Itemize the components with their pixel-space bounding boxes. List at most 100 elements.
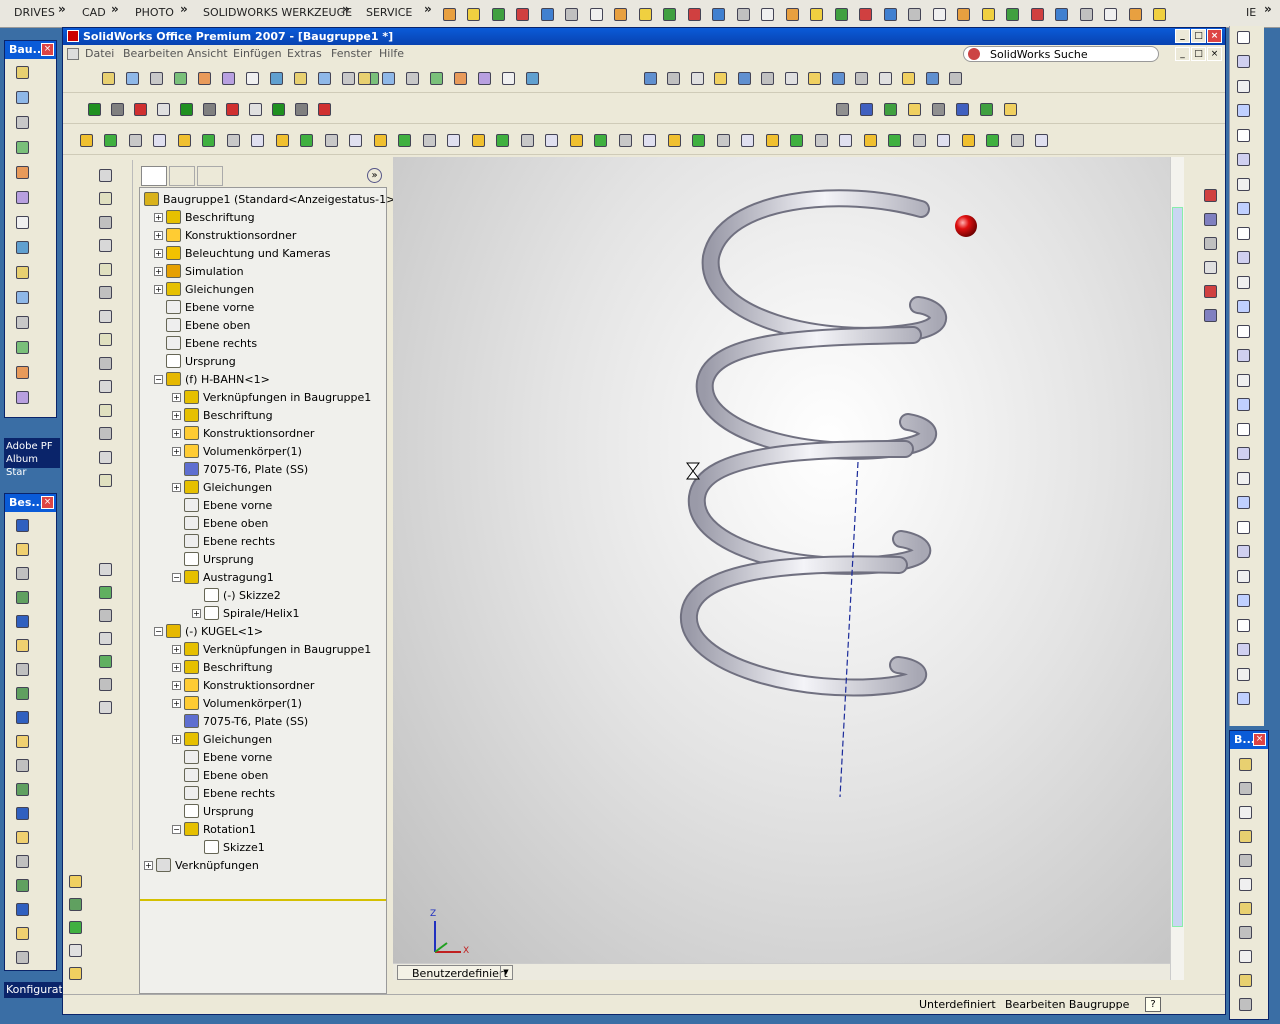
tool-button-icon[interactable] — [13, 338, 31, 356]
expand-icon[interactable]: + — [154, 266, 163, 276]
expand-icon[interactable]: + — [154, 284, 163, 294]
app-launcher-icon[interactable] — [979, 5, 997, 23]
tree-node[interactable]: + Verknüpfungen in Baugruppe1 — [172, 640, 371, 658]
expand-icon[interactable]: + — [172, 734, 181, 744]
tree-node[interactable]: Ebene oben — [172, 766, 268, 784]
view-tool-icon[interactable] — [829, 69, 847, 87]
motion-tool-icon[interactable] — [929, 100, 947, 118]
app-launcher-icon[interactable] — [857, 5, 875, 23]
feature-icon[interactable] — [96, 560, 114, 578]
standard-tool-icon[interactable] — [403, 69, 421, 87]
view-tool-icon[interactable] — [712, 69, 730, 87]
annotation-tool-icon[interactable] — [13, 684, 31, 702]
app-launcher-icon[interactable] — [955, 5, 973, 23]
configuration-taskbar-item[interactable]: Konfigurati — [4, 982, 62, 998]
feature-tool-icon[interactable] — [690, 131, 708, 149]
menu-bearbeiten[interactable]: Bearbeiten — [123, 47, 183, 60]
expand-icon[interactable]: + — [172, 698, 181, 708]
feature-icon[interactable] — [96, 425, 114, 443]
tree-node[interactable]: + Beschriftung — [172, 658, 273, 676]
annotation-tool-icon[interactable] — [13, 852, 31, 870]
annotation-tool-icon[interactable] — [13, 804, 31, 822]
view-tool-icon[interactable] — [759, 69, 777, 87]
app-launcher-icon[interactable] — [538, 5, 556, 23]
sketch-tool-icon[interactable] — [1234, 77, 1252, 95]
sketch-tool-icon[interactable] — [1234, 592, 1252, 610]
sketch-tool-icon[interactable] — [66, 872, 84, 890]
document-icon[interactable] — [67, 48, 79, 60]
tree-node[interactable]: + Beleuchtung und Kameras — [154, 244, 331, 262]
view-tool-icon[interactable] — [735, 69, 753, 87]
tree-node[interactable]: + Konstruktionsordner — [172, 424, 314, 442]
tool-button-icon[interactable] — [13, 138, 31, 156]
app-launcher-icon[interactable] — [1028, 5, 1046, 23]
chevron-icon[interactable]: » — [58, 2, 66, 16]
app-launcher-icon[interactable] — [489, 5, 507, 23]
dimension-tool-icon[interactable] — [1236, 923, 1254, 941]
feature-tool-icon[interactable] — [837, 131, 855, 149]
dimension-tool-icon[interactable] — [1236, 779, 1254, 797]
feature-tool-icon[interactable] — [543, 131, 561, 149]
feature-tool-icon[interactable] — [714, 131, 732, 149]
ball[interactable] — [955, 215, 977, 237]
app-launcher-icon[interactable] — [514, 5, 532, 23]
annotation-tool-icon[interactable] — [13, 564, 31, 582]
quicklink-service[interactable]: SERVICE — [366, 6, 412, 19]
task-pane-icon[interactable] — [1201, 234, 1219, 252]
tree-node[interactable]: Ebene vorne — [172, 748, 272, 766]
tab-propertymanager[interactable] — [169, 166, 195, 186]
view-tool-icon[interactable] — [900, 69, 918, 87]
expand-icon[interactable]: + — [172, 446, 181, 456]
expand-icon[interactable]: + — [172, 410, 181, 420]
sketch-tool-icon[interactable] — [66, 941, 84, 959]
standard-tool-icon[interactable] — [195, 69, 213, 87]
sketch-tool-icon[interactable] — [1234, 200, 1252, 218]
tree-node[interactable]: Ebene vorne — [172, 496, 272, 514]
graphics-viewport[interactable]: Z X Benutzerdefiniert ▼ — [393, 157, 1184, 980]
dimension-tool-icon[interactable] — [1236, 851, 1254, 869]
app-launcher-icon[interactable] — [832, 5, 850, 23]
app-launcher-icon[interactable] — [612, 5, 630, 23]
tree-node[interactable]: Ursprung — [172, 802, 254, 820]
standard-tool-icon[interactable] — [147, 69, 165, 87]
motion-tool-icon[interactable] — [857, 100, 875, 118]
collapse-icon[interactable]: − — [154, 626, 163, 636]
sketch-tool-icon[interactable] — [1234, 347, 1252, 365]
view-tool-icon[interactable] — [876, 69, 894, 87]
feature-tool-icon[interactable] — [935, 131, 953, 149]
simulation-tool-icon[interactable] — [292, 100, 310, 118]
expand-icon[interactable]: + — [172, 482, 181, 492]
tree-node[interactable]: Ebene vorne — [154, 298, 254, 316]
menu-fenster[interactable]: Fenster — [331, 47, 372, 60]
sketch-tool-icon[interactable] — [1234, 28, 1252, 46]
chevron-icon[interactable]: » — [342, 2, 350, 16]
sketch-tool-icon[interactable] — [1234, 249, 1252, 267]
feature-tool-icon[interactable] — [175, 131, 193, 149]
sketch-tool-icon[interactable] — [1234, 518, 1252, 536]
feature-icon[interactable] — [96, 401, 114, 419]
minimize-button[interactable]: _ — [1175, 29, 1190, 43]
quicklink-photo[interactable]: PHOTO — [135, 6, 174, 19]
feature-tool-icon[interactable] — [102, 131, 120, 149]
sketch-tool-icon[interactable] — [1234, 420, 1252, 438]
tool-button-icon[interactable] — [13, 263, 31, 281]
dimension-tool-icon[interactable] — [1236, 827, 1254, 845]
standard-tool-icon[interactable] — [291, 69, 309, 87]
feature-tool-icon[interactable] — [739, 131, 757, 149]
sketch-tool-icon[interactable] — [1234, 298, 1252, 316]
tree-node[interactable]: + Beschriftung — [154, 208, 255, 226]
feature-tool-icon[interactable] — [273, 131, 291, 149]
collapse-icon[interactable]: − — [154, 374, 163, 384]
app-launcher-icon[interactable] — [881, 5, 899, 23]
dimension-tool-icon[interactable] — [1236, 947, 1254, 965]
sketch-tool-icon[interactable] — [1234, 445, 1252, 463]
annotation-tool-icon[interactable] — [13, 540, 31, 558]
feature-tool-icon[interactable] — [322, 131, 340, 149]
feature-icon[interactable] — [96, 331, 114, 349]
annotation-tool-icon[interactable] — [13, 660, 31, 678]
feature-icon[interactable] — [96, 448, 114, 466]
feature-tool-icon[interactable] — [567, 131, 585, 149]
tree-node[interactable]: Ebene oben — [172, 514, 268, 532]
feature-icon[interactable] — [96, 472, 114, 490]
tree-node[interactable]: − (-) KUGEL<1> — [154, 622, 263, 640]
